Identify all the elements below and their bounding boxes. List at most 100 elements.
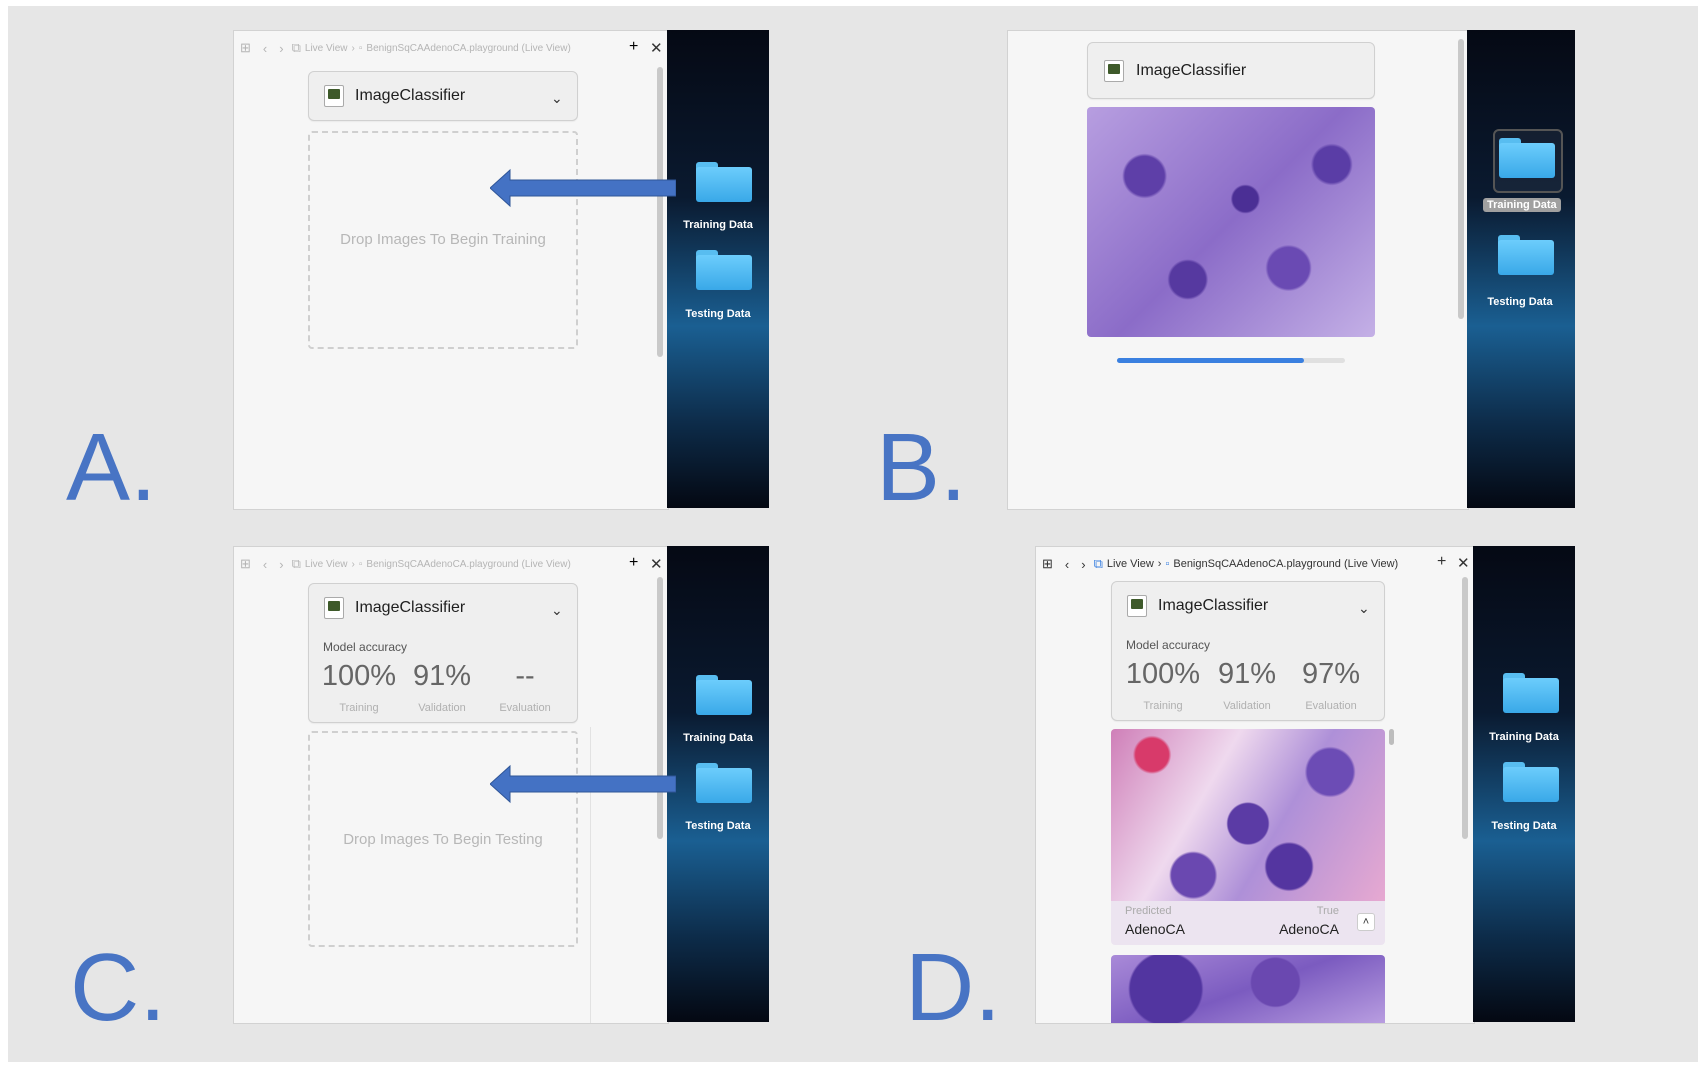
scrollbar[interactable] [1462, 577, 1468, 839]
folder-icon[interactable] [1503, 673, 1559, 713]
ml-model-icon [1127, 595, 1147, 617]
ml-model-icon [324, 85, 344, 107]
live-view-icon: ⧉ [1093, 556, 1103, 571]
playground-window-a: ⊞ ‹ › ⧉ Live View › ▫ BenignSqCAAdenoCA.… [233, 30, 669, 510]
chevron-down-icon[interactable]: ⌄ [551, 90, 563, 107]
live-view-icon: ⧉ [291, 40, 301, 55]
close-icon[interactable]: ✕ [1457, 554, 1470, 572]
back-icon[interactable]: ‹ [263, 41, 267, 56]
panel-label-b: B. [876, 414, 967, 521]
folder-label-training[interactable]: Training Data [1469, 731, 1579, 743]
toolbar-c: ⊞ ‹ › ⧉ Live View › ▫ BenignSqCAAdenoCA.… [234, 547, 668, 581]
true-value: AdenoCA [1279, 921, 1339, 937]
folder-icon[interactable] [1498, 235, 1554, 275]
image-classifier-card[interactable]: ImageClassifier [1087, 42, 1375, 99]
desktop-dock-a: Training Data Testing Data [667, 30, 769, 508]
breadcrumb-separator: › [1157, 558, 1162, 570]
folder-label-testing[interactable]: Testing Data [663, 820, 773, 832]
image-classifier-card[interactable]: ImageClassifier ⌄ [308, 71, 578, 121]
folder-label-training[interactable]: Training Data [1483, 198, 1561, 212]
breadcrumb-separator: › [351, 42, 355, 54]
ml-model-icon [324, 597, 344, 619]
plus-icon[interactable]: + [629, 554, 638, 572]
folder-label-training[interactable]: Training Data [663, 732, 773, 744]
plus-icon[interactable]: + [1437, 553, 1446, 571]
chevron-up-icon[interactable]: ˄ [1357, 913, 1375, 931]
forward-icon[interactable]: › [279, 557, 283, 572]
close-icon[interactable]: ✕ [650, 555, 663, 573]
metric-evaluation-label: Evaluation [499, 702, 551, 714]
breadcrumb-playground[interactable]: BenignSqCAAdenoCA.playground (Live View) [1173, 558, 1398, 570]
ml-model-icon [1104, 60, 1124, 82]
image-classifier-card[interactable]: ImageClassifier ⌄ Model accuracy 100% 91… [308, 583, 578, 723]
true-label: True [1316, 905, 1339, 917]
folder-label-testing[interactable]: Testing Data [663, 308, 773, 320]
forward-icon[interactable]: › [279, 41, 283, 56]
folder-icon[interactable] [696, 675, 752, 715]
folder-icon[interactable] [696, 250, 752, 290]
scrollbar[interactable] [1458, 39, 1464, 319]
folder-label-testing[interactable]: Testing Data [1465, 296, 1575, 308]
live-view-icon: ⧉ [291, 556, 301, 571]
metric-training-label: Training [1143, 700, 1183, 712]
predicted-value: AdenoCA [1125, 921, 1185, 937]
forward-icon[interactable]: › [1081, 557, 1085, 572]
grid-icon[interactable]: ⊞ [240, 556, 251, 572]
folder-label-testing[interactable]: Testing Data [1469, 820, 1579, 832]
grid-icon[interactable]: ⊞ [240, 40, 251, 56]
folder-label-training[interactable]: Training Data [663, 219, 773, 231]
chevron-down-icon[interactable]: ⌄ [1358, 600, 1370, 617]
playground-file-icon: ▫ [358, 558, 363, 570]
breadcrumb-separator: › [351, 558, 355, 570]
breadcrumb-live-view[interactable]: Live View [1107, 558, 1154, 570]
chevron-down-icon[interactable]: ⌄ [551, 602, 563, 619]
breadcrumb-live-view[interactable]: Live View [305, 559, 348, 570]
histology-image [1087, 107, 1375, 337]
image-classifier-card[interactable]: ImageClassifier ⌄ Model accuracy 100% 91… [1111, 581, 1385, 721]
metric-validation-label: Validation [418, 702, 466, 714]
toolbar-d: ⊞ ‹ › ⧉ Live View › ▫ BenignSqCAAdenoCA.… [1036, 547, 1474, 581]
folder-icon[interactable] [696, 162, 752, 202]
results-scrollbar[interactable] [1389, 729, 1394, 745]
model-accuracy-title: Model accuracy [323, 640, 408, 654]
playground-file-icon: ▫ [1165, 558, 1170, 570]
metric-evaluation-label: Evaluation [1305, 700, 1357, 712]
predicted-label: Predicted [1125, 905, 1172, 917]
panel-label-c: C. [70, 934, 166, 1041]
breadcrumb-playground[interactable]: BenignSqCAAdenoCA.playground (Live View) [366, 43, 570, 54]
metric-validation-label: Validation [1223, 700, 1271, 712]
panel-label-a: A. [66, 414, 157, 521]
breadcrumb-live-view[interactable]: Live View [305, 43, 348, 54]
panel-label-d: D. [905, 934, 1001, 1041]
drag-arrow-c [490, 764, 676, 804]
grid-icon[interactable]: ⊞ [1042, 556, 1053, 572]
playground-file-icon: ▫ [358, 42, 363, 54]
back-icon[interactable]: ‹ [1065, 557, 1069, 572]
metric-training-value: 100% [1125, 658, 1201, 690]
metric-training-label: Training [339, 702, 379, 714]
training-progress-fill [1117, 358, 1304, 363]
drop-zone-text: Drop Images To Begin Training [340, 231, 546, 248]
drop-zone-training[interactable]: Drop Images To Begin Training [308, 131, 578, 349]
folder-icon[interactable] [696, 763, 752, 803]
playground-window-b: ImageClassifier [1007, 30, 1469, 510]
metric-evaluation-value: -- [515, 660, 535, 692]
desktop-dock-b: Training Data Testing Data [1467, 30, 1575, 508]
plus-icon[interactable]: + [629, 38, 638, 56]
metric-training-value: 100% [321, 660, 397, 692]
desktop-dock-d: Training Data Testing Data [1473, 546, 1575, 1022]
close-icon[interactable]: ✕ [650, 39, 663, 57]
back-icon[interactable]: ‹ [263, 557, 267, 572]
folder-icon[interactable] [1503, 762, 1559, 802]
metric-validation-value: 91% [412, 660, 472, 692]
folder-icon[interactable] [1499, 138, 1555, 178]
desktop-dock-c: Training Data Testing Data [667, 546, 769, 1022]
histology-image [1111, 729, 1385, 901]
breadcrumb-playground[interactable]: BenignSqCAAdenoCA.playground (Live View) [366, 559, 570, 570]
toolbar-a: ⊞ ‹ › ⧉ Live View › ▫ BenignSqCAAdenoCA.… [234, 31, 668, 65]
card-title: ImageClassifier [1158, 597, 1269, 614]
metric-evaluation-value: 97% [1301, 658, 1361, 690]
histology-image [1111, 955, 1385, 1023]
card-title: ImageClassifier [355, 87, 466, 104]
drop-zone-text: Drop Images To Begin Testing [343, 831, 543, 848]
